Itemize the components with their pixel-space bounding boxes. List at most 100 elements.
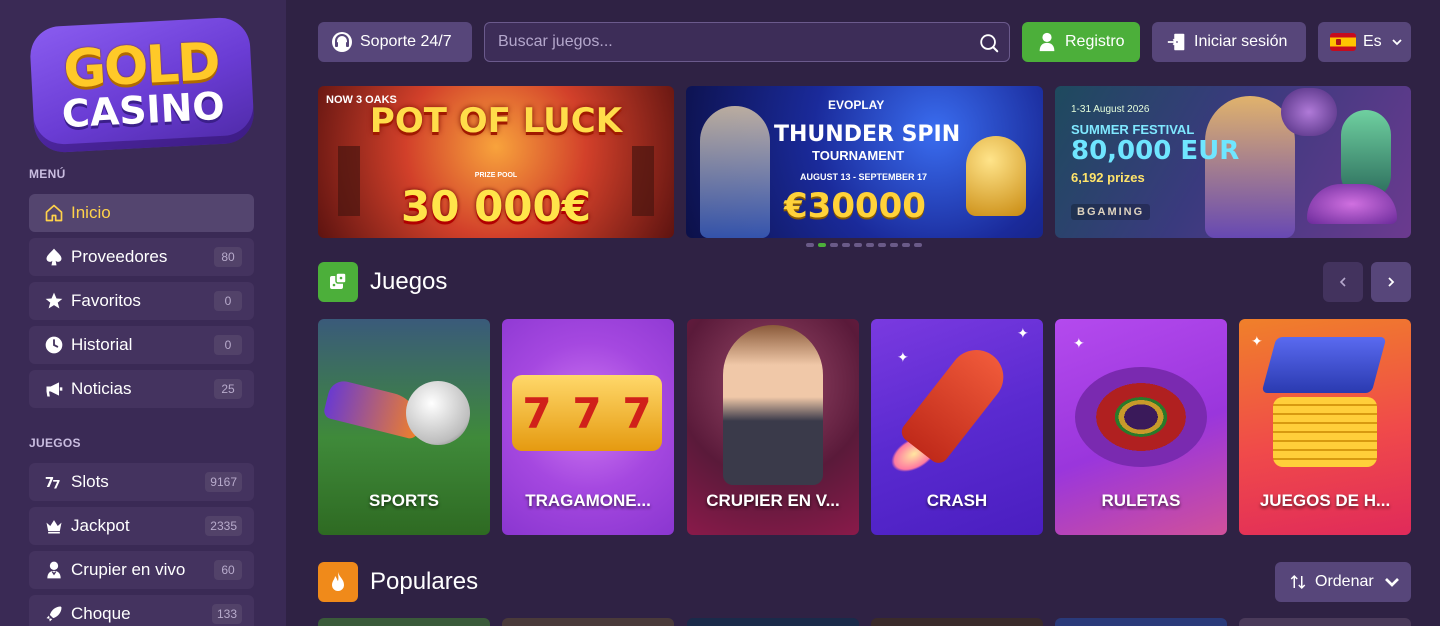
banner-provider: BGAMING bbox=[1071, 204, 1151, 220]
sidebar-item-noticias[interactable]: Noticias 25 bbox=[29, 370, 254, 408]
football-illustration bbox=[406, 381, 470, 445]
carousel-dot[interactable] bbox=[878, 243, 886, 247]
login-button[interactable]: Iniciar sesión bbox=[1152, 22, 1306, 62]
chevron-right-icon bbox=[1388, 277, 1395, 287]
spade-icon bbox=[43, 246, 65, 268]
search-input[interactable] bbox=[485, 23, 1009, 61]
sidebar-item-favoritos[interactable]: Favoritos 0 bbox=[29, 282, 254, 320]
search-icon[interactable] bbox=[978, 32, 1000, 54]
search-box[interactable] bbox=[484, 22, 1010, 62]
sidebar-item-label: Slots bbox=[71, 472, 109, 491]
banner-provider: EVOPLAY bbox=[828, 98, 885, 112]
count-badge: 2335 bbox=[205, 516, 242, 536]
game-thumbnail[interactable] bbox=[1055, 618, 1227, 626]
gold-casino-logo[interactable]: GOLD CASINO bbox=[28, 16, 256, 154]
carousel-dot[interactable] bbox=[902, 243, 910, 247]
game-thumbnail[interactable] bbox=[1239, 618, 1411, 626]
headset-icon bbox=[332, 32, 352, 52]
chevron-left-icon bbox=[1339, 277, 1346, 287]
home-icon bbox=[43, 202, 65, 224]
count-badge: 9167 bbox=[205, 472, 242, 492]
sidebar-item-label: Inicio bbox=[71, 203, 111, 222]
sidebar-item-label: Noticias bbox=[71, 379, 132, 398]
category-card-juegos-de-habilidad[interactable]: ✦ JUEGOS DE H... bbox=[1239, 319, 1411, 535]
sidebar-item-crupier-en-vivo[interactable]: Crupier en vivo 60 bbox=[29, 551, 254, 589]
count-badge: 0 bbox=[214, 291, 242, 311]
sidebar-item-label: Proveedores bbox=[71, 247, 168, 266]
carousel-dot[interactable] bbox=[866, 243, 874, 247]
fire-icon bbox=[332, 572, 344, 591]
category-card-crupier-en-vivo[interactable]: CRUPIER EN V... bbox=[687, 319, 859, 535]
support-button[interactable]: Soporte 24/7 bbox=[318, 22, 472, 62]
category-card-ruletas[interactable]: ✦ RULETAS bbox=[1055, 319, 1227, 535]
crown-icon bbox=[43, 515, 65, 537]
megaphone-icon bbox=[43, 378, 65, 400]
game-thumbnail[interactable] bbox=[687, 618, 859, 626]
sidebar-item-proveedores[interactable]: Proveedores 80 bbox=[29, 238, 254, 276]
sparkle-icon: ✦ bbox=[897, 349, 909, 365]
carousel-dot[interactable] bbox=[890, 243, 898, 247]
graduation-cap-illustration bbox=[1261, 337, 1387, 393]
chevron-down-icon bbox=[1384, 578, 1399, 587]
register-button[interactable]: Registro bbox=[1022, 22, 1140, 62]
category-card-crash[interactable]: ✦ ✦ CRASH bbox=[871, 319, 1043, 535]
banner-subtitle: TOURNAMENT bbox=[812, 148, 905, 163]
banner-prize: €30000 bbox=[784, 186, 926, 226]
trophy-illustration bbox=[966, 136, 1026, 216]
sidebar-item-label: Choque bbox=[71, 604, 131, 623]
category-label: SPORTS bbox=[369, 491, 439, 510]
sidebar-item-slots[interactable]: 77 Slots 9167 bbox=[29, 463, 254, 501]
category-label: JUEGOS DE H... bbox=[1259, 491, 1391, 510]
carousel-dot[interactable] bbox=[806, 243, 814, 247]
count-badge: 25 bbox=[214, 379, 242, 399]
mushroom-illustration bbox=[1307, 184, 1397, 224]
sort-button[interactable]: Ordenar bbox=[1275, 562, 1411, 602]
sidebar-item-inicio[interactable]: Inicio bbox=[29, 194, 254, 232]
sidebar-item-choque[interactable]: Choque 133 bbox=[29, 595, 254, 626]
carousel-dot[interactable] bbox=[830, 243, 838, 247]
carousel-dot[interactable] bbox=[818, 243, 826, 247]
chevron-down-icon bbox=[1392, 39, 1402, 46]
rocket-icon bbox=[43, 603, 65, 625]
game-thumbnail[interactable] bbox=[502, 618, 674, 626]
sparkle-icon: ✦ bbox=[1251, 333, 1263, 349]
sidebar-item-jackpot[interactable]: Jackpot 2335 bbox=[29, 507, 254, 545]
coins-illustration bbox=[1273, 397, 1377, 467]
category-card-tragamonedas[interactable]: 777 TRAGAMONE... bbox=[502, 319, 674, 535]
sidebar-item-label: Favoritos bbox=[71, 291, 141, 310]
count-badge: 60 bbox=[214, 560, 242, 580]
sidebar-item-label: Crupier en vivo bbox=[71, 560, 186, 579]
banner-dates: 1-31 August 2026 bbox=[1071, 104, 1150, 115]
dealer-icon bbox=[43, 559, 65, 581]
game-thumbnail[interactable] bbox=[871, 618, 1043, 626]
banner-prize: 80,000 EUR bbox=[1071, 136, 1240, 166]
banner-summer-festival[interactable]: 1-31 August 2026 SUMMER FESTIVAL 80,000 … bbox=[1055, 86, 1411, 238]
game-thumbnail[interactable] bbox=[318, 618, 490, 626]
sort-arrows-icon bbox=[1290, 574, 1306, 590]
carousel-next-button[interactable] bbox=[1371, 262, 1411, 302]
svg-text:7: 7 bbox=[52, 478, 60, 492]
language-selector[interactable]: Es bbox=[1318, 22, 1411, 62]
category-label: TRAGAMONE... bbox=[525, 491, 651, 510]
category-label: CRASH bbox=[926, 491, 988, 510]
roulette-illustration bbox=[1075, 367, 1207, 467]
login-label: Iniciar sesión bbox=[1194, 33, 1288, 50]
carousel-dot[interactable] bbox=[914, 243, 922, 247]
banner-thunder-spin[interactable]: EVOPLAY THUNDER SPIN TOURNAMENT AUGUST 1… bbox=[686, 86, 1043, 238]
carousel-dot[interactable] bbox=[854, 243, 862, 247]
banner-subtitle: PRIZE POOL bbox=[474, 172, 518, 179]
dealer-illustration bbox=[723, 325, 823, 485]
language-label: Es bbox=[1363, 33, 1382, 50]
carousel-prev-button[interactable] bbox=[1323, 262, 1363, 302]
banner-pot-of-luck[interactable]: NOW 3 OAKS POT OF LUCK PRIZE POOL 30 000… bbox=[318, 86, 674, 238]
count-badge: 0 bbox=[214, 335, 242, 355]
carousel-dot[interactable] bbox=[842, 243, 850, 247]
banner-title: THUNDER SPIN bbox=[774, 122, 961, 147]
sidebar-item-historial[interactable]: Historial 0 bbox=[29, 326, 254, 364]
category-label: RULETAS bbox=[1101, 491, 1181, 510]
clock-icon bbox=[43, 334, 65, 356]
menu-section-title: MENÚ bbox=[29, 167, 66, 181]
category-card-sports[interactable]: SPORTS bbox=[318, 319, 490, 535]
popular-section-title: Populares bbox=[370, 568, 479, 595]
cat-illustration bbox=[1281, 88, 1337, 136]
